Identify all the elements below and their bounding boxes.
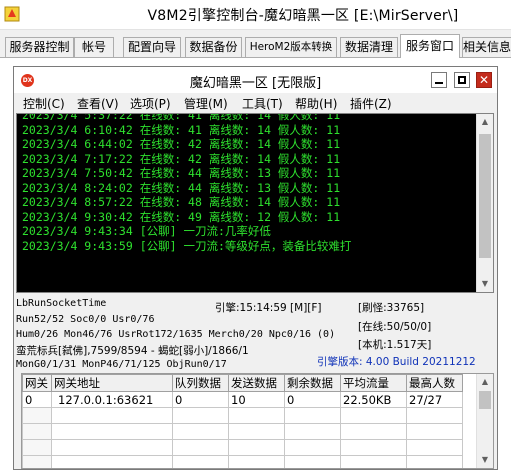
- window-title-bar[interactable]: DX 魔幻暗黑一区 [无限版] ✕: [14, 67, 497, 93]
- run-stats: Run52/52 Soc0/0 Usr0/76: [16, 314, 155, 325]
- column-header[interactable]: 剩余数据: [284, 374, 341, 392]
- remaining-data-cell: 0: [284, 391, 341, 408]
- service-window: DX 魔幻暗黑一区 [无限版] ✕ 控制(C) 查看(V) 选项(P) 管理(M…: [13, 66, 498, 470]
- tab-config-wizard[interactable]: 配置向导: [123, 37, 181, 57]
- gateway-address-cell: 127.0.0.1:63621: [51, 391, 173, 408]
- log-lines: 2023/3/4 5:37:22 在线数: 41 离线数: 14 假人数: 11…: [22, 113, 472, 253]
- monster-info: 蛮荒标兵[弑佛],7599/8594 - 蝎蛇[弱小]/1866/1: [16, 345, 249, 357]
- table-header-row: 网关 网关地址 队列数据 发送数据 剩余数据 平均流量 最高人数: [22, 374, 463, 392]
- table-row: [22, 455, 463, 468]
- scrollbar-thumb[interactable]: [479, 134, 491, 258]
- menu-tools[interactable]: 工具(T): [242, 95, 283, 112]
- refresh-monster-count: [刷怪:33765]: [358, 302, 425, 314]
- menu-control[interactable]: 控制(C): [23, 95, 65, 112]
- log-line: 2023/3/4 6:44:02 在线数: 42 离线数: 14 假人数: 11: [22, 137, 341, 151]
- column-header[interactable]: 网关地址: [51, 374, 173, 392]
- engine-time: 引擎:15:14:59 [M][F]: [215, 302, 322, 314]
- tab-data-backup[interactable]: 数据备份: [185, 37, 242, 57]
- gateway-index-cell: 0: [22, 391, 52, 408]
- queue-data-cell: 0: [172, 391, 229, 408]
- gateway-table: 网关 网关地址 队列数据 发送数据 剩余数据 平均流量 最高人数 0 127.0…: [22, 374, 463, 468]
- maximize-button[interactable]: [454, 72, 470, 88]
- app-title: V8M2引擎控制台-魔幻暗黑一区 [E:\MirServer\]: [147, 8, 459, 24]
- gateway-grid[interactable]: 网关 网关地址 队列数据 发送数据 剩余数据 平均流量 最高人数 0 127.0…: [21, 373, 494, 469]
- column-header[interactable]: 平均流量: [340, 374, 407, 392]
- tab-service-window[interactable]: 服务窗口: [400, 34, 460, 58]
- app-title-bar: V8M2引擎控制台-魔幻暗黑一区 [E:\MirServer\]: [0, 0, 511, 30]
- sent-data-cell: 10: [228, 391, 285, 408]
- scrollbar-thumb[interactable]: [479, 391, 491, 409]
- log-line: 2023/3/4 9:30:42 在线数: 49 离线数: 12 假人数: 11: [22, 209, 341, 224]
- log-line: 2023/3/4 6:10:42 在线数: 41 离线数: 14 假人数: 11: [22, 122, 341, 137]
- log-line: 2023/3/4 8:24:02 在线数: 44 离线数: 13 假人数: 11: [22, 180, 341, 195]
- hum-stats: Hum0/26 Mon46/76 UsrRot172/1635 Merch0/2…: [16, 329, 336, 340]
- uptime: [本机:1.517天]: [358, 339, 432, 351]
- avg-traffic-cell: 22.50KB: [340, 391, 407, 408]
- minimize-button[interactable]: [431, 72, 447, 88]
- log-line: 2023/3/4 8:57:22 在线数: 48 离线数: 14 假人数: 11: [22, 195, 341, 209]
- menu-options[interactable]: 选项(P): [130, 95, 171, 112]
- menu-plugins[interactable]: 插件(Z): [350, 95, 392, 112]
- table-row: [22, 407, 463, 424]
- tab-herom2-convert[interactable]: HeroM2版本转换: [245, 37, 337, 57]
- tab-related-info[interactable]: 相关信息: [462, 37, 511, 57]
- online-count: [在线:50/50/0]: [358, 321, 432, 333]
- column-header[interactable]: 队列数据: [172, 374, 229, 392]
- table-row: [22, 423, 463, 440]
- engine-version: 引擎版本: 4.00 Build 20211212: [317, 356, 476, 368]
- scroll-up-icon[interactable]: ▲: [477, 114, 493, 130]
- window-title: 魔幻暗黑一区 [无限版]: [189, 76, 322, 91]
- tab-data-cleanup[interactable]: 数据清理: [340, 37, 398, 57]
- close-button[interactable]: ✕: [476, 72, 492, 88]
- minimize-icon: [435, 82, 443, 84]
- menu-view[interactable]: 查看(V): [77, 95, 119, 112]
- mon-stats: MonG0/1/31 MonP46/71/125 ObjRun0/17: [16, 359, 227, 370]
- scroll-up-icon[interactable]: ▲: [477, 374, 493, 390]
- socket-time-label: LbRunSocketTime: [16, 298, 107, 309]
- log-line: 2023/3/4 7:50:42 在线数: 44 离线数: 13 假人数: 11: [22, 166, 341, 180]
- column-header[interactable]: 最高人数: [406, 374, 463, 392]
- log-line: 2023/3/4 9:43:59 [公聊] 一刀流:等级好点，装备比较难打: [22, 238, 352, 253]
- grid-scrollbar[interactable]: ▲ ▼: [476, 374, 493, 468]
- tab-server-control[interactable]: 服务器控制: [5, 37, 74, 57]
- log-line: 2023/3/4 5:37:22 在线数: 41 离线数: 14 假人数: 11: [22, 113, 341, 122]
- log-scrollbar[interactable]: ▲ ▼: [476, 114, 493, 292]
- main-tab-bar: 服务器控制 帐号 配置向导 数据备份 HeroM2版本转换 数据清理 服务窗口 …: [0, 34, 511, 58]
- menu-bar: 控制(C) 查看(V) 选项(P) 管理(M) 工具(T) 帮助(H) 插件(Z…: [14, 93, 497, 113]
- menu-manage[interactable]: 管理(M): [184, 95, 228, 112]
- log-line: 2023/3/4 7:17:22 在线数: 42 离线数: 14 假人数: 11: [22, 151, 341, 166]
- scroll-down-icon[interactable]: ▼: [477, 276, 493, 292]
- table-row[interactable]: 0 127.0.0.1:63621 0 10 0 22.50KB 27/27: [22, 391, 463, 408]
- table-row: [22, 439, 463, 456]
- max-players-cell: 27/27: [406, 391, 463, 408]
- maximize-icon: [458, 76, 466, 84]
- log-line: 2023/3/4 9:43:34 [公聊] 一刀流:几率好低: [22, 224, 271, 238]
- column-header[interactable]: 网关: [22, 374, 52, 392]
- column-header[interactable]: 发送数据: [228, 374, 285, 392]
- scroll-down-icon[interactable]: ▼: [477, 452, 493, 468]
- close-icon: ✕: [478, 73, 490, 87]
- menu-help[interactable]: 帮助(H): [295, 95, 337, 112]
- log-console[interactable]: 2023/3/4 5:37:22 在线数: 41 离线数: 14 假人数: 11…: [16, 113, 494, 293]
- tab-account[interactable]: 帐号: [74, 37, 114, 57]
